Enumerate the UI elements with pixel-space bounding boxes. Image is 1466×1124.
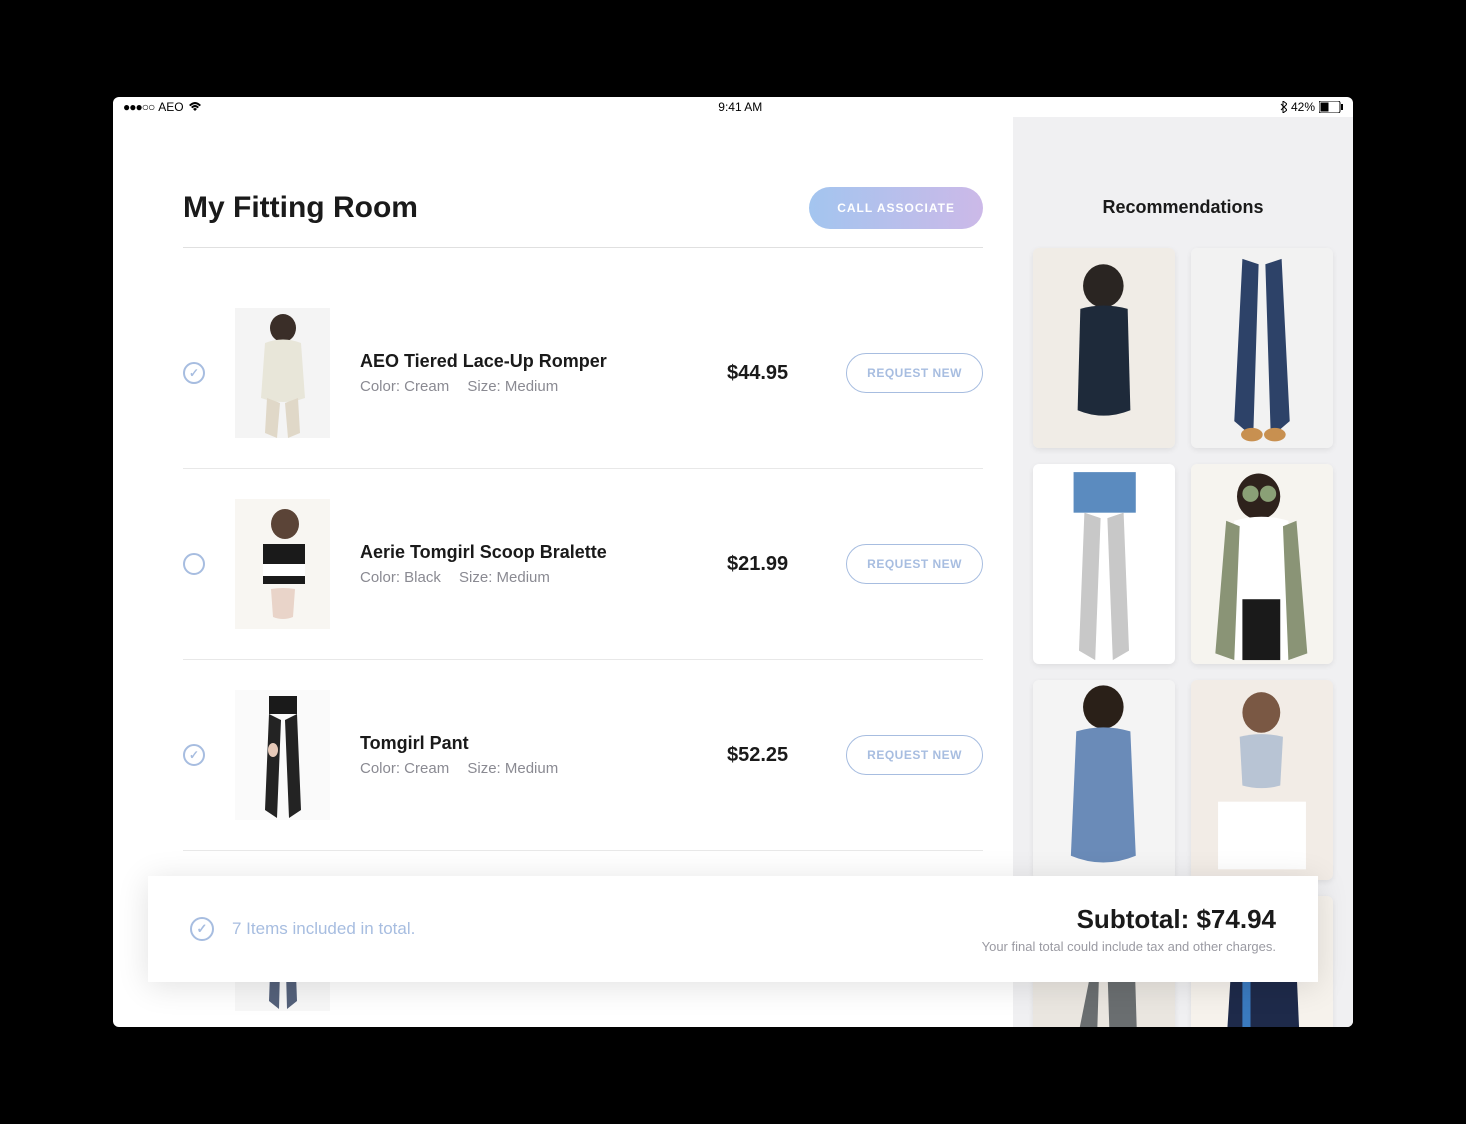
item-name: AEO Tiered Lace-Up Romper: [360, 351, 697, 372]
subtotal-label: Subtotal: $74.94: [982, 904, 1276, 935]
product-image[interactable]: [235, 499, 330, 629]
call-associate-button[interactable]: CALL ASSOCIATE: [809, 187, 983, 229]
fitting-room-item: Tomgirl Pant Color: Cream Size: Medium $…: [183, 660, 983, 851]
page-title: My Fitting Room: [183, 191, 418, 225]
recommendation-tile[interactable]: [1033, 680, 1175, 880]
battery-icon: [1319, 101, 1343, 113]
fitting-room-item: AEO Tiered Lace-Up Romper Color: Cream S…: [183, 278, 983, 469]
request-new-button[interactable]: REQUEST NEW: [846, 544, 983, 584]
item-color: Color: Black: [360, 569, 441, 586]
recommendation-tile[interactable]: [1033, 464, 1175, 664]
bluetooth-icon: [1279, 101, 1287, 113]
item-price: $44.95: [727, 362, 788, 385]
carrier-label: AEO: [158, 100, 183, 114]
items-count-text: 7 Items included in total.: [232, 919, 415, 939]
request-new-button[interactable]: REQUEST NEW: [846, 735, 983, 775]
recommendation-tile[interactable]: [1191, 464, 1333, 664]
subtotal-bar: 7 Items included in total. Subtotal: $74…: [148, 876, 1318, 982]
recommendation-tile[interactable]: [1191, 248, 1333, 448]
product-image[interactable]: [235, 308, 330, 438]
status-time: 9:41 AM: [718, 100, 762, 114]
item-size: Size: Medium: [467, 378, 558, 395]
recommendations-title: Recommendations: [1033, 197, 1333, 218]
check-icon: [190, 917, 214, 941]
battery-percent: 42%: [1291, 100, 1315, 114]
item-checkbox[interactable]: [183, 553, 205, 575]
recommendation-tile[interactable]: [1191, 680, 1333, 880]
item-name: Aerie Tomgirl Scoop Bralette: [360, 542, 697, 563]
item-color: Color: Cream: [360, 760, 449, 777]
status-bar: ●●●○○ AEO 9:41 AM 42%: [113, 97, 1353, 117]
item-size: Size: Medium: [467, 760, 558, 777]
signal-dots-icon: ●●●○○: [123, 100, 154, 114]
fitting-room-item: Aerie Tomgirl Scoop Bralette Color: Blac…: [183, 469, 983, 660]
item-size: Size: Medium: [459, 569, 550, 586]
item-name: Tomgirl Pant: [360, 733, 697, 754]
wifi-icon: [188, 102, 202, 112]
product-image[interactable]: [235, 690, 330, 820]
request-new-button[interactable]: REQUEST NEW: [846, 353, 983, 393]
item-checkbox[interactable]: [183, 744, 205, 766]
item-color: Color: Cream: [360, 378, 449, 395]
item-checkbox[interactable]: [183, 362, 205, 384]
subtotal-note: Your final total could include tax and o…: [982, 939, 1276, 954]
item-price: $21.99: [727, 553, 788, 576]
recommendation-tile[interactable]: [1033, 248, 1175, 448]
item-price: $52.25: [727, 744, 788, 767]
